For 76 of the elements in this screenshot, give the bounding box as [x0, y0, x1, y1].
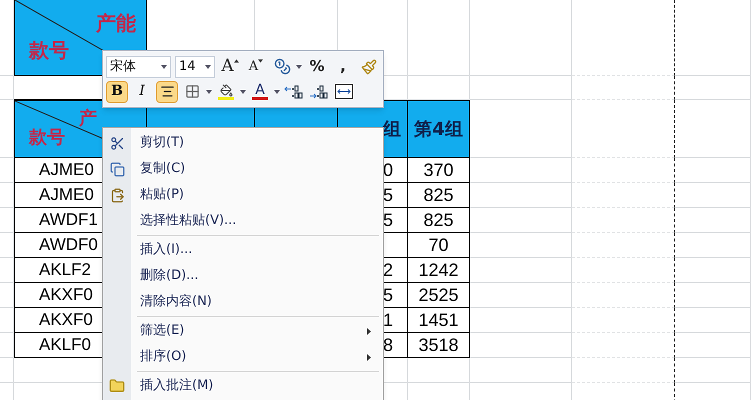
submenu-arrow-icon	[367, 354, 371, 360]
sheet-cell	[408, 358, 470, 383]
table-cell-text: AJME0	[39, 184, 94, 206]
table-cell-text: 370	[423, 158, 454, 182]
menu-item[interactable]: 筛选(E)	[103, 318, 383, 344]
table-cell-text: 1242	[418, 258, 459, 282]
decrease-decimal-icon	[309, 84, 329, 100]
menu-item[interactable]: 清除内容(N)	[103, 289, 383, 315]
sheet-cell	[0, 258, 14, 283]
table-cell-text: AJME0	[39, 159, 94, 182]
format-button[interactable]: I	[131, 80, 153, 102]
menu-item[interactable]: 选择性粘贴(V)...	[103, 208, 383, 234]
header-label: 产能	[96, 10, 136, 37]
table-cell-text: AKLF0	[39, 334, 91, 356]
table-cell-text: 5	[382, 208, 393, 232]
paste-icon	[110, 188, 124, 202]
caret-icon	[160, 64, 167, 68]
table-cell-text: 1	[382, 308, 393, 332]
format-button[interactable]: A	[249, 80, 271, 102]
menu-item[interactable]: 粘贴(P)	[103, 182, 383, 208]
align-center-icon	[160, 84, 174, 99]
table-cell-text: AKXF0	[39, 284, 93, 306]
menu-item[interactable]: 删除(D)...	[103, 263, 383, 289]
menu-item[interactable]: 插入(I)...	[103, 237, 383, 263]
coins-icon	[274, 58, 290, 75]
sheet-cell	[408, 76, 470, 100]
header-label: 款号	[29, 37, 69, 64]
merge-center-icon	[335, 84, 353, 99]
table-cell-text: 3518	[418, 334, 459, 356]
sheet-cell	[0, 333, 14, 358]
sheet-cell	[0, 183, 14, 208]
sheet-cell	[0, 158, 14, 183]
sheet-cell	[0, 233, 14, 258]
table-cell-text: AWDF0	[39, 234, 98, 256]
size-select[interactable]: 14	[174, 56, 215, 78]
table-cell-text: 5	[382, 284, 393, 306]
sheet-cell	[0, 283, 14, 308]
column-header: 第4组	[408, 101, 469, 157]
table-cell-text: 2525	[418, 284, 459, 306]
menu-item[interactable]: 复制(C)	[103, 156, 383, 182]
sheet-cell	[0, 308, 14, 333]
header-label: 产	[79, 107, 97, 131]
toolbar-button[interactable]: ,	[332, 56, 354, 78]
toolbar-button[interactable]: %	[306, 56, 328, 78]
sheet-cell	[0, 100, 14, 158]
folder-icon	[109, 378, 125, 394]
table-cell-text: 825	[423, 208, 454, 232]
scissors-icon	[110, 136, 124, 150]
format-button[interactable]	[156, 80, 178, 102]
font-select[interactable]: 宋体	[106, 56, 171, 78]
table-cell-text: AKXF0	[39, 309, 93, 332]
paintbrush-icon	[361, 58, 377, 74]
menu-item[interactable]: 排序(O)	[103, 344, 383, 370]
caret-down-icon	[258, 58, 264, 62]
toolbar-button[interactable]: A	[219, 56, 241, 78]
increase-decimal-icon	[284, 84, 304, 100]
sheet-cell	[0, 208, 14, 233]
copy-icon	[110, 162, 124, 176]
table-cell-text: 5	[382, 184, 393, 206]
table-cell-text: 70	[428, 234, 449, 256]
caret-icon	[205, 64, 211, 68]
caret-up-icon	[234, 58, 239, 62]
table-cell-text: 8	[382, 334, 393, 356]
header-label: 款号	[29, 126, 65, 150]
table-cell-text: AWDF1	[39, 209, 98, 232]
borders-icon	[184, 84, 200, 99]
menu-item[interactable]: 插入批注(M)	[103, 373, 383, 399]
table-cell-text: 0	[382, 158, 393, 182]
table-cell-text: 1451	[418, 308, 459, 332]
table-cell-text: 825	[423, 184, 454, 206]
submenu-arrow-icon	[367, 328, 371, 334]
toolbar-button[interactable]: A	[245, 56, 267, 78]
table-cell-text: AKLF2	[39, 259, 91, 282]
format-button[interactable]: B	[106, 80, 128, 102]
fill-color-icon	[218, 84, 234, 100]
table-cell-text: 2	[382, 258, 393, 282]
